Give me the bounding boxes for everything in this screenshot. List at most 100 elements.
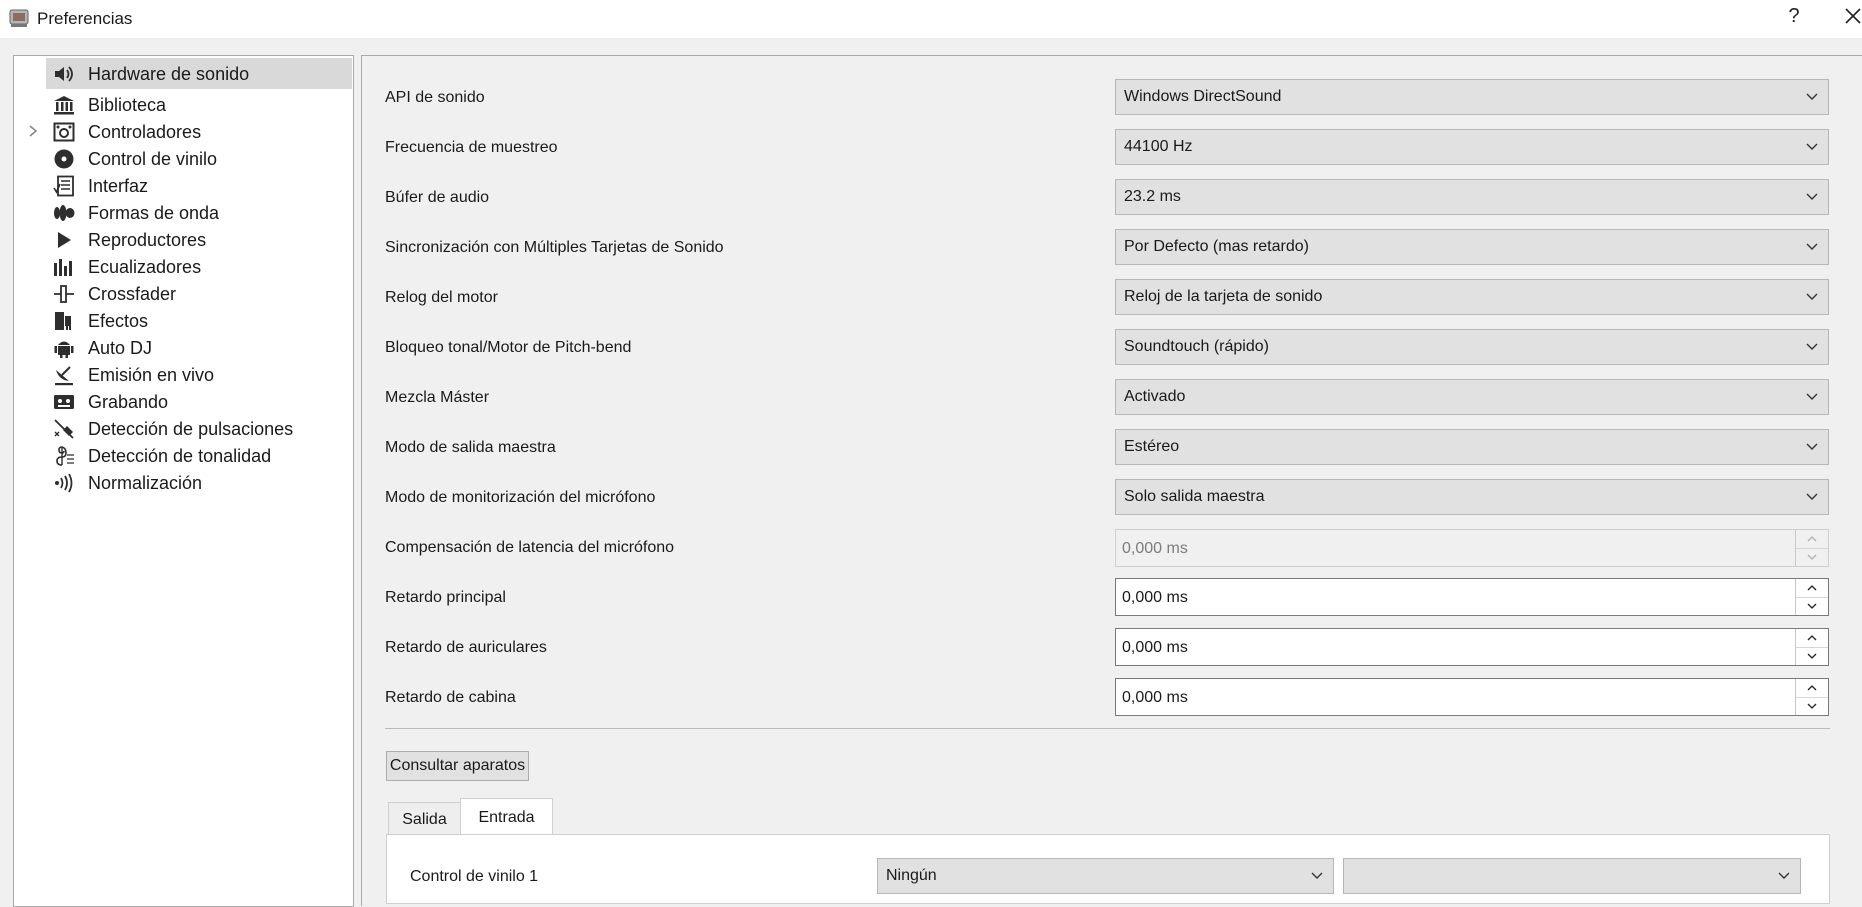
sidebar-item-label: Interfaz xyxy=(88,176,149,196)
interface-icon xyxy=(52,174,76,198)
sidebar-item-label: Reproductores xyxy=(88,230,207,250)
library-icon xyxy=(52,93,76,117)
help-button[interactable]: ? xyxy=(1782,5,1806,28)
crossfader-icon xyxy=(52,282,76,306)
main-delay-value: 0,000 ms xyxy=(1122,589,1188,606)
vinyl-control-1-label: Control de vinilo 1 xyxy=(410,868,539,885)
engine-clock-select[interactable]: Reloj de la tarjeta de sonido xyxy=(1115,279,1829,315)
keylock-engine-value: Soundtouch (rápido) xyxy=(1124,338,1269,355)
booth-delay-label: Retardo de cabina xyxy=(385,689,516,706)
headphone-delay-spinbox[interactable]: 0,000 ms xyxy=(1115,628,1829,666)
sound-api-select[interactable]: Windows DirectSound xyxy=(1115,79,1829,115)
sidebar-item-label: Crossfader xyxy=(88,284,177,304)
sidebar-item-label: Hardware de sonido xyxy=(88,64,250,84)
chevron-down-icon xyxy=(1311,872,1323,879)
keylock-engine-label: Bloqueo tonal/Motor de Pitch-bend xyxy=(385,339,632,356)
mic-monitor-mode-select[interactable]: Solo salida maestra xyxy=(1115,479,1829,515)
main-delay-label: Retardo principal xyxy=(385,589,506,606)
title-bar: Preferencias ? xyxy=(0,0,1862,38)
engine-clock-label: Relog del motor xyxy=(385,289,498,306)
divider xyxy=(385,728,1830,729)
master-mix-value: Activado xyxy=(1124,388,1186,405)
cassette-icon xyxy=(52,390,76,414)
chevron-down-icon xyxy=(1806,93,1818,100)
mic-latency-compensation-value: 0,000 ms xyxy=(1122,540,1188,557)
mic-latency-compensation-label: Compensación de latencia del micrófono xyxy=(385,539,675,556)
headphone-delay-value: 0,000 ms xyxy=(1122,639,1188,656)
chevron-down-icon xyxy=(1806,293,1818,300)
multi-soundcard-sync-label: Sincronización con Múltiples Tarjetas de… xyxy=(385,239,724,256)
chevron-down-icon xyxy=(1806,443,1818,450)
sidebar-item-label: Emisión en vivo xyxy=(88,365,215,385)
sample-rate-label: Frecuencia de muestreo xyxy=(385,139,558,156)
broadcast-icon xyxy=(52,363,76,387)
multi-soundcard-sync-value: Por Defecto (mas retardo) xyxy=(1124,238,1309,255)
spin-buttons xyxy=(1795,579,1828,615)
multi-soundcard-sync-select[interactable]: Por Defecto (mas retardo) xyxy=(1115,229,1829,265)
vinyl-control-1-device-select[interactable]: Ningún xyxy=(877,858,1334,894)
spin-buttons xyxy=(1795,530,1828,566)
sidebar-item-normalization[interactable]: Normalización xyxy=(14,467,353,498)
vinyl-control-1-device-value: Ningún xyxy=(886,867,937,884)
spin-up-icon xyxy=(1796,530,1828,549)
sidebar-item-label: Ecualizadores xyxy=(88,257,202,277)
spin-down-icon[interactable] xyxy=(1796,647,1828,665)
query-devices-button[interactable]: Consultar aparatos xyxy=(386,751,529,781)
sidebar-item-label: Auto DJ xyxy=(88,338,153,358)
spin-buttons xyxy=(1795,629,1828,665)
master-mix-label: Mezcla Máster xyxy=(385,389,490,406)
mic-monitor-mode-label: Modo de monitorización del micrófono xyxy=(385,489,656,506)
speaker-icon xyxy=(52,62,76,86)
tab-input[interactable]: Entrada xyxy=(460,798,553,836)
chevron-down-icon xyxy=(1806,493,1818,500)
app-icon xyxy=(9,9,29,27)
sound-api-label: API de sonido xyxy=(385,89,485,106)
sound-api-value: Windows DirectSound xyxy=(1124,88,1282,105)
master-mix-select[interactable]: Activado xyxy=(1115,379,1829,415)
audio-buffer-label: Búfer de audio xyxy=(385,189,490,206)
vinyl-control-1-channel-select[interactable] xyxy=(1343,858,1801,894)
master-output-mode-value: Estéreo xyxy=(1124,438,1180,455)
effects-icon xyxy=(52,309,76,333)
sidebar-item-label: Control de vinilo xyxy=(88,149,218,169)
close-icon[interactable] xyxy=(1842,0,1862,34)
chevron-right-icon[interactable] xyxy=(26,123,40,139)
chevron-down-icon xyxy=(1806,393,1818,400)
chevron-down-icon xyxy=(1778,872,1790,879)
music-key-icon xyxy=(52,444,76,468)
main-delay-spinbox[interactable]: 0,000 ms xyxy=(1115,578,1829,616)
window-title: Preferencias xyxy=(37,9,133,28)
master-output-mode-label: Modo de salida maestra xyxy=(385,439,556,456)
master-output-mode-select[interactable]: Estéreo xyxy=(1115,429,1829,465)
chevron-down-icon xyxy=(1806,143,1818,150)
sidebar-item-label: Biblioteca xyxy=(88,95,167,115)
spin-down-icon[interactable] xyxy=(1796,597,1828,615)
controller-icon xyxy=(52,120,76,144)
sidebar-item-label: Formas de onda xyxy=(88,203,220,223)
booth-delay-value: 0,000 ms xyxy=(1122,689,1188,706)
sidebar-item-label: Detección de tonalidad xyxy=(88,446,272,466)
vinyl-icon xyxy=(52,147,76,171)
normalize-icon xyxy=(52,471,76,495)
spin-up-icon[interactable] xyxy=(1796,629,1828,648)
spin-down-icon xyxy=(1796,548,1828,566)
sidebar-item-label: Grabando xyxy=(88,392,169,412)
audio-buffer-select[interactable]: 23.2 ms xyxy=(1115,179,1829,215)
spin-up-icon[interactable] xyxy=(1796,579,1828,598)
spin-down-icon[interactable] xyxy=(1796,697,1828,715)
engine-clock-value: Reloj de la tarjeta de sonido xyxy=(1124,288,1323,305)
mic-monitor-mode-value: Solo salida maestra xyxy=(1124,488,1265,505)
mic-latency-compensation-spinbox: 0,000 ms xyxy=(1115,529,1829,567)
chevron-down-icon xyxy=(1806,193,1818,200)
sidebar-item-label: Normalización xyxy=(88,473,203,493)
spin-up-icon[interactable] xyxy=(1796,679,1828,698)
waveform-icon xyxy=(52,201,76,225)
tab-output[interactable]: Salida xyxy=(388,802,461,836)
sidebar-item-hardware[interactable]: Hardware de sonido xyxy=(14,58,353,89)
equalizer-icon xyxy=(52,255,76,279)
spin-buttons xyxy=(1795,679,1828,715)
sample-rate-select[interactable]: 44100 Hz xyxy=(1115,129,1829,165)
keylock-engine-select[interactable]: Soundtouch (rápido) xyxy=(1115,329,1829,365)
booth-delay-spinbox[interactable]: 0,000 ms xyxy=(1115,678,1829,716)
sidebar-item-label: Detección de pulsaciones xyxy=(88,419,294,439)
